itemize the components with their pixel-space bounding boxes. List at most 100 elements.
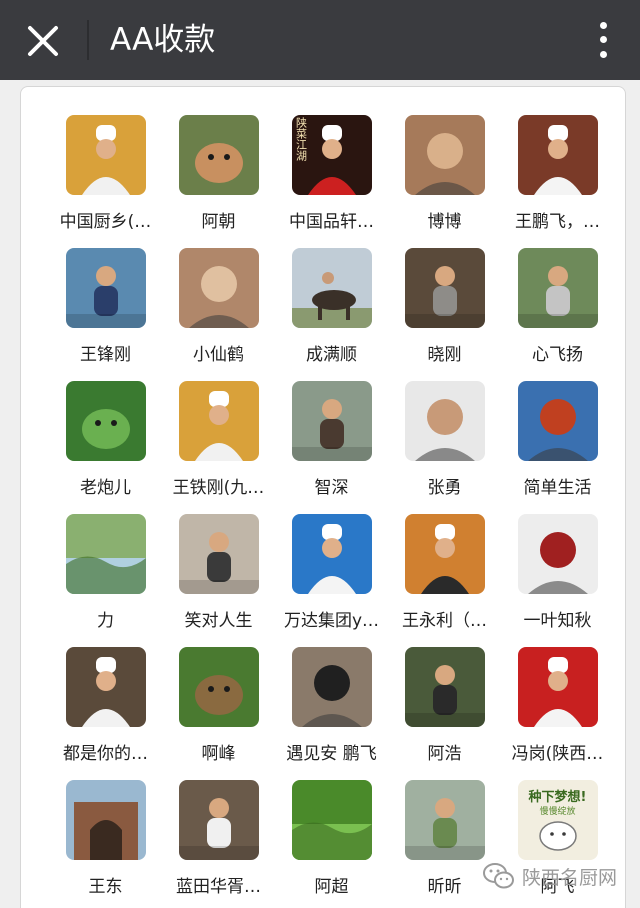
member-item[interactable]: 心飞扬: [501, 248, 614, 381]
member-name: 阿超: [314, 877, 349, 897]
member-item[interactable]: 小仙鹤: [162, 248, 275, 381]
member-item[interactable]: 一叶知秋: [501, 514, 614, 647]
member-name: 遇见安 鹏飞: [286, 744, 377, 764]
avatar[interactable]: [404, 248, 485, 328]
watermark: 陕西名厨网: [482, 860, 617, 892]
member-item[interactable]: 阿朝: [162, 115, 275, 248]
avatar-image: [178, 514, 259, 594]
avatar[interactable]: [178, 381, 259, 461]
avatar[interactable]: [178, 514, 259, 594]
avatar[interactable]: [178, 248, 259, 328]
member-item[interactable]: 都是你的…: [49, 647, 162, 780]
member-name: 成满顺: [306, 345, 357, 365]
member-item[interactable]: 阿超: [275, 780, 388, 908]
avatar[interactable]: [178, 647, 259, 727]
member-item[interactable]: 王永利（…: [388, 514, 501, 647]
member-item[interactable]: 笑对人生: [162, 514, 275, 647]
avatar[interactable]: [517, 514, 598, 594]
avatar-image: [65, 647, 146, 727]
avatar[interactable]: [65, 115, 146, 195]
member-item[interactable]: 成满顺: [275, 248, 388, 381]
member-name: 冯岗(陕西…: [511, 744, 604, 764]
avatar[interactable]: [65, 514, 146, 594]
avatar[interactable]: [291, 381, 372, 461]
avatar-image: [517, 248, 598, 328]
member-item[interactable]: 老炮儿: [49, 381, 162, 514]
header-divider: [87, 20, 89, 60]
avatar-image: [404, 381, 485, 461]
avatar[interactable]: [517, 248, 598, 328]
member-item[interactable]: 力: [49, 514, 162, 647]
avatar[interactable]: 陕菜江湖: [291, 115, 372, 195]
member-name: 蓝田华胥…: [176, 877, 261, 897]
member-name: 智深: [314, 478, 349, 498]
member-item[interactable]: 智深: [275, 381, 388, 514]
avatar-image: [291, 248, 372, 328]
member-name: 王鹏飞，…: [515, 212, 600, 232]
member-panel: 中国厨乡(… 阿朝 陕菜江湖 中国品轩… 博博 王鹏飞，… 王锋刚 小仙鹤 成满顺 晓刚 心飞扬老炮…: [20, 86, 626, 908]
avatar[interactable]: [291, 647, 372, 727]
avatar[interactable]: [291, 514, 372, 594]
member-item[interactable]: 遇见安 鹏飞: [275, 647, 388, 780]
page-title: AA收款: [110, 22, 216, 58]
member-item[interactable]: 王鹏飞，…: [501, 115, 614, 248]
avatar[interactable]: [404, 647, 485, 727]
avatar[interactable]: [291, 248, 372, 328]
avatar-image: [65, 381, 146, 461]
avatar[interactable]: [404, 381, 485, 461]
member-name: 阿朝: [201, 212, 236, 232]
avatar[interactable]: 种下梦想! 慢慢绽放: [517, 780, 598, 860]
avatar-image: [65, 248, 146, 328]
avatar-image: [178, 248, 259, 328]
avatar[interactable]: [178, 115, 259, 195]
avatar[interactable]: [178, 780, 259, 860]
member-name: 笑对人生: [184, 611, 253, 631]
member-item[interactable]: 万达集团y…: [275, 514, 388, 647]
avatar-image: [178, 780, 259, 860]
avatar-caption: 种下梦想!: [528, 790, 587, 805]
avatar[interactable]: [404, 780, 485, 860]
member-name: 一叶知秋: [523, 611, 592, 631]
avatar[interactable]: [65, 381, 146, 461]
member-item[interactable]: 王锋刚: [49, 248, 162, 381]
avatar[interactable]: [517, 381, 598, 461]
member-name: 博博: [427, 212, 462, 232]
avatar-image: [517, 115, 598, 195]
member-item[interactable]: 陕菜江湖 中国品轩…: [275, 115, 388, 248]
member-item[interactable]: 张勇: [388, 381, 501, 514]
member-name: 小仙鹤: [193, 345, 244, 365]
avatar-image: [178, 647, 259, 727]
close-button[interactable]: [22, 20, 64, 62]
avatar[interactable]: [65, 647, 146, 727]
member-name: 晓刚: [427, 345, 462, 365]
avatar-image: [404, 115, 485, 195]
member-item[interactable]: 蓝田华胥…: [162, 780, 275, 908]
avatar-image: [404, 514, 485, 594]
member-name: 王永利（…: [402, 611, 487, 631]
member-grid: 中国厨乡(… 阿朝 陕菜江湖 中国品轩… 博博 王鹏飞，… 王锋刚 小仙鹤 成满顺 晓刚 心飞扬老炮…: [49, 115, 614, 908]
avatar[interactable]: [65, 248, 146, 328]
member-item[interactable]: 中国厨乡(…: [49, 115, 162, 248]
avatar[interactable]: [291, 780, 372, 860]
avatar[interactable]: [517, 647, 598, 727]
member-item[interactable]: 王东: [49, 780, 162, 908]
avatar[interactable]: [65, 780, 146, 860]
avatar-image: [65, 115, 146, 195]
avatar[interactable]: [404, 115, 485, 195]
member-item[interactable]: 啊峰: [162, 647, 275, 780]
member-item[interactable]: 简单生活: [501, 381, 614, 514]
member-item[interactable]: 阿浩: [388, 647, 501, 780]
avatar[interactable]: [517, 115, 598, 195]
avatar-image: [404, 647, 485, 727]
more-button[interactable]: [588, 18, 618, 62]
member-item[interactable]: 王铁刚(九…: [162, 381, 275, 514]
member-name: 王东: [88, 877, 123, 897]
member-item[interactable]: 晓刚: [388, 248, 501, 381]
member-item[interactable]: 冯岗(陕西…: [501, 647, 614, 780]
member-name: 力: [97, 611, 114, 631]
avatar-image: [517, 514, 598, 594]
member-name: 啊峰: [201, 744, 236, 764]
wechat-icon: [483, 863, 514, 889]
member-item[interactable]: 博博: [388, 115, 501, 248]
avatar[interactable]: [404, 514, 485, 594]
